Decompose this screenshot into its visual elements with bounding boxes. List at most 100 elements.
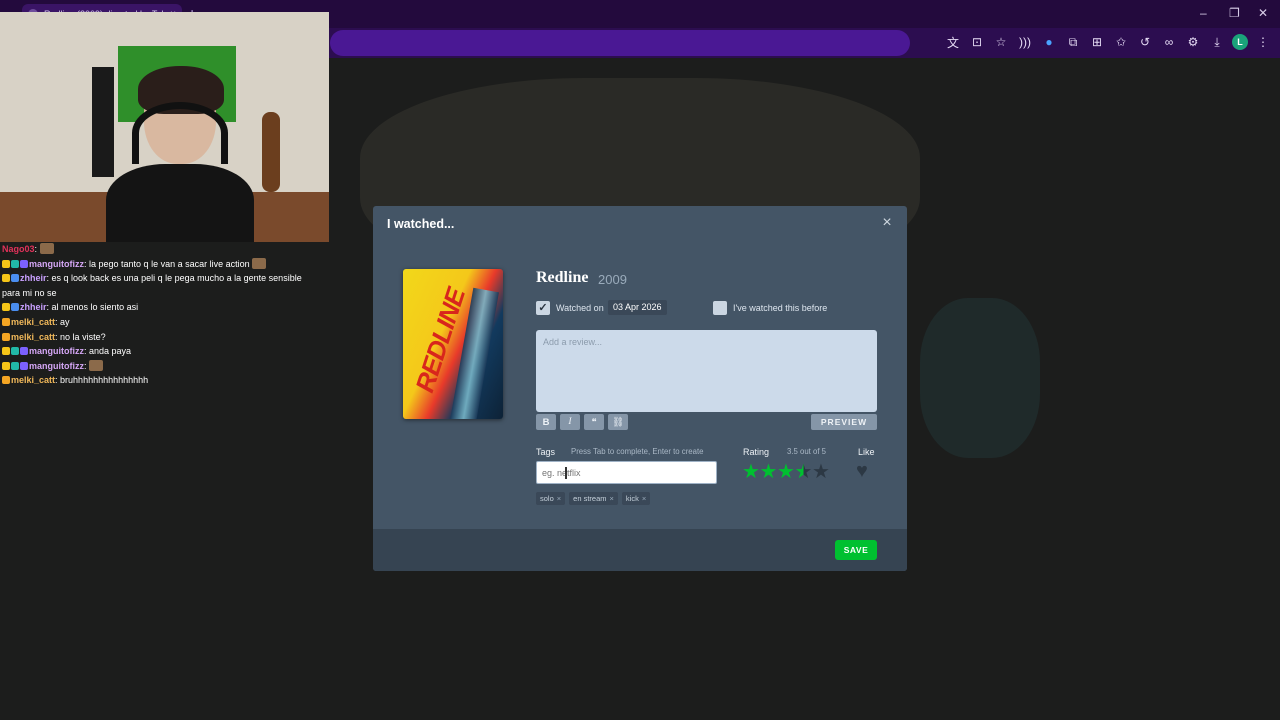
close-icon[interactable]: × bbox=[879, 215, 895, 231]
chat-username[interactable]: zhheir bbox=[20, 302, 47, 312]
chat-username[interactable]: melki_catt bbox=[11, 332, 55, 342]
star-icon[interactable]: ★ bbox=[760, 461, 778, 483]
watched-on-checkbox[interactable]: ✓ bbox=[536, 301, 550, 315]
extensions-puzzle-icon[interactable]: ⧉ bbox=[1064, 33, 1082, 51]
review-placeholder: Add a review... bbox=[543, 337, 603, 347]
chat-username[interactable]: melki_catt bbox=[11, 317, 55, 327]
chat-badge-icon bbox=[20, 347, 28, 356]
chat-badge-icon bbox=[2, 259, 10, 268]
tags-label: Tags bbox=[536, 447, 556, 457]
remove-tag-icon[interactable]: × bbox=[642, 494, 646, 503]
chat-badges bbox=[2, 376, 10, 385]
tag-chip[interactable]: kick × bbox=[621, 492, 651, 505]
chat-text: anda paya bbox=[89, 346, 132, 357]
chat-emote-icon bbox=[89, 359, 104, 371]
chat-message: zhheir: es q look back es una peli q le … bbox=[2, 273, 302, 298]
restore-button[interactable]: ❐ bbox=[1229, 6, 1240, 20]
star-icon[interactable]: ★ bbox=[812, 461, 830, 483]
incognito-icon[interactable]: ∞ bbox=[1160, 33, 1178, 51]
favorites-icon[interactable]: ✩ bbox=[1112, 33, 1130, 51]
tag-label: en stream bbox=[573, 494, 607, 503]
chat-badge-icon bbox=[2, 361, 10, 370]
watched-date-field[interactable]: 03 Apr 2026 bbox=[608, 300, 667, 315]
tag-label: solo bbox=[540, 494, 554, 503]
quote-button[interactable]: ❝ bbox=[584, 414, 604, 430]
chat-emote-icon bbox=[252, 257, 267, 269]
film-poster: REDLINE bbox=[403, 269, 503, 419]
chat-badge-icon bbox=[2, 347, 10, 356]
chat-badges bbox=[2, 317, 10, 326]
translate-icon[interactable]: 文 bbox=[944, 33, 962, 51]
chat-emote-icon bbox=[39, 243, 54, 254]
profile-avatar[interactable]: L bbox=[1232, 34, 1248, 50]
star-icon[interactable]: ★ bbox=[742, 461, 760, 483]
chat-badges bbox=[2, 274, 19, 283]
chat-message: zhheir: al menos lo siento asi bbox=[2, 300, 302, 315]
modal-footer: SAVE bbox=[373, 529, 907, 571]
chat-badges bbox=[2, 361, 28, 370]
menu-kebab-icon[interactable]: ⋮ bbox=[1254, 33, 1272, 51]
watched-on-label: Watched on bbox=[556, 303, 604, 313]
heart-icon[interactable]: ♥ bbox=[856, 461, 868, 481]
star-icon[interactable]: ★ bbox=[777, 461, 795, 483]
preview-button[interactable]: PREVIEW bbox=[811, 414, 877, 430]
chat-text: es q look back es una peli q le pega muc… bbox=[2, 273, 302, 298]
remove-tag-icon[interactable]: × bbox=[610, 494, 614, 503]
extension-icon[interactable]: ⚙ bbox=[1184, 33, 1202, 51]
chat-username[interactable]: manguitofizz bbox=[29, 259, 84, 269]
text-cursor bbox=[565, 467, 567, 479]
rewatch-checkbox[interactable] bbox=[713, 301, 727, 315]
chat-text: la pego tanto q le van a sacar live acti… bbox=[89, 258, 250, 269]
chat-badges bbox=[2, 259, 28, 268]
background-panel bbox=[920, 298, 1040, 458]
headphones-icon bbox=[132, 102, 228, 164]
close-window-button[interactable]: ✕ bbox=[1258, 6, 1268, 20]
chat-message: manguitofizz: bbox=[2, 359, 302, 374]
stream-chat: Nago03: manguitofizz: la pego tanto q le… bbox=[2, 242, 302, 388]
address-bar[interactable] bbox=[330, 30, 910, 56]
chat-username[interactable]: manguitofizz bbox=[29, 346, 84, 356]
chat-text: al menos lo siento asi bbox=[51, 302, 139, 313]
rewatch-label: I've watched this before bbox=[733, 303, 828, 313]
history-icon[interactable]: ↺ bbox=[1136, 33, 1154, 51]
webcam-overlay bbox=[0, 12, 329, 242]
tag-chip[interactable]: solo × bbox=[536, 492, 566, 505]
chat-badge-icon bbox=[11, 259, 19, 268]
chat-message: melki_catt: bruhhhhhhhhhhhhhhh bbox=[2, 373, 302, 388]
bookmark-star-icon[interactable]: ☆ bbox=[992, 33, 1010, 51]
link-button[interactable]: ⛓ bbox=[608, 414, 628, 430]
minimize-button[interactable]: – bbox=[1200, 6, 1207, 20]
extension-blue-icon[interactable]: ● bbox=[1040, 33, 1058, 51]
chat-username[interactable]: Nago03 bbox=[2, 244, 35, 254]
chat-badge-icon bbox=[11, 361, 19, 370]
extension-audio-icon[interactable]: ))) bbox=[1016, 33, 1034, 51]
tag-chip[interactable]: en stream × bbox=[569, 492, 618, 505]
star-icon[interactable]: ★ bbox=[795, 461, 813, 483]
remove-tag-icon[interactable]: × bbox=[557, 494, 561, 503]
chat-message: manguitofizz: anda paya bbox=[2, 344, 302, 359]
chat-username[interactable]: manguitofizz bbox=[29, 361, 84, 371]
chat-badge-icon bbox=[11, 303, 19, 312]
chat-message: manguitofizz: la pego tanto q le van a s… bbox=[2, 257, 302, 272]
chat-badge-icon bbox=[20, 361, 28, 370]
chat-badge-icon bbox=[11, 347, 19, 356]
chat-badges bbox=[2, 332, 10, 341]
modal-title: I watched... bbox=[387, 217, 455, 231]
rating-label: Rating bbox=[743, 447, 770, 457]
chat-badge-icon bbox=[11, 274, 19, 283]
chat-username[interactable]: melki_catt bbox=[11, 375, 55, 385]
screenshot-icon[interactable]: ⊞ bbox=[1088, 33, 1106, 51]
download-icon[interactable]: ⤓ bbox=[1208, 33, 1226, 51]
rating-stars[interactable]: ★ ★ ★ ★ ★ bbox=[742, 461, 830, 483]
streamer-body bbox=[106, 164, 254, 242]
tags-input[interactable] bbox=[536, 461, 717, 484]
italic-button[interactable]: I bbox=[560, 414, 580, 430]
like-label: Like bbox=[858, 447, 875, 457]
review-textarea[interactable]: Add a review... bbox=[536, 330, 877, 412]
save-button[interactable]: SAVE bbox=[835, 540, 877, 560]
tags-hint: Press Tab to complete, Enter to create bbox=[571, 447, 704, 456]
bold-button[interactable]: B bbox=[536, 414, 556, 430]
install-icon[interactable]: ⊡ bbox=[968, 33, 986, 51]
chat-username[interactable]: zhheir bbox=[20, 273, 47, 283]
chat-text: bruhhhhhhhhhhhhhhh bbox=[60, 375, 149, 386]
